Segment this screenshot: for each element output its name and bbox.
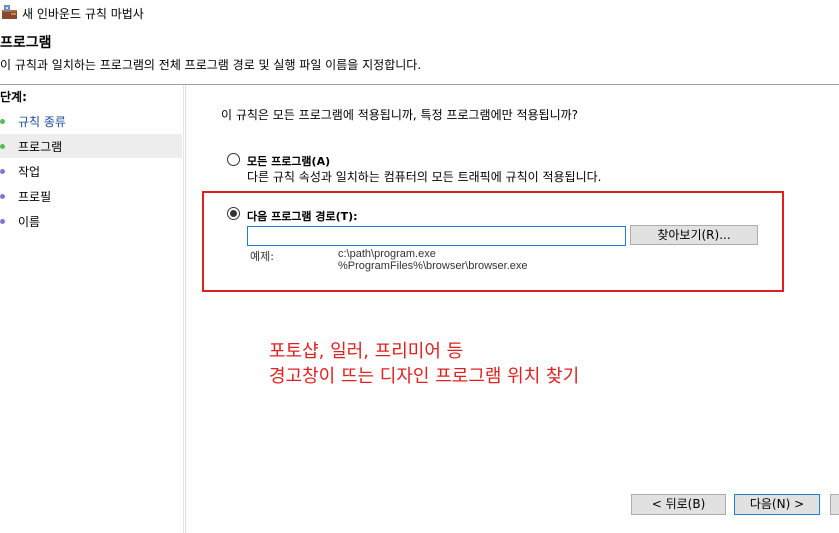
- firewall-icon: [2, 5, 17, 19]
- steps-sidebar: 단계: 규칙 종류 프로그램 작업 프로필 이름: [0, 85, 184, 533]
- all-programs-description: 다른 규칙 속성과 일치하는 컴퓨터의 모든 트래픽에 규칙이 적용됩니다.: [247, 170, 602, 184]
- title-bar: 새 인바운드 규칙 마법사: [0, 0, 839, 26]
- annotation-line-1: 포토샵, 일러, 프리미어 등: [269, 341, 464, 362]
- step-pending-icon: [0, 194, 5, 199]
- program-path-input[interactable]: [247, 226, 626, 246]
- sidebar-item-rule-type[interactable]: 규칙 종류: [0, 109, 182, 133]
- page-title: 프로그램: [0, 35, 52, 51]
- question-text: 이 규칙은 모든 프로그램에 적용됩니까, 특정 프로그램에만 적용됩니까?: [221, 108, 579, 122]
- sidebar-item-label: 규칙 종류: [18, 115, 66, 129]
- program-path-label[interactable]: 다음 프로그램 경로(T):: [247, 208, 358, 224]
- sidebar-item-program[interactable]: 프로그램: [0, 134, 182, 158]
- cancel-button-partial[interactable]: [830, 494, 839, 515]
- main-panel: 이 규칙은 모든 프로그램에 적용됩니까, 특정 프로그램에만 적용됩니까? 모…: [185, 85, 839, 533]
- step-pending-icon: [0, 219, 5, 224]
- window-title: 새 인바운드 규칙 마법사: [22, 7, 144, 21]
- example-line: c:\path\program.exe: [338, 248, 436, 260]
- all-programs-radio[interactable]: [227, 153, 240, 166]
- steps-heading: 단계:: [0, 90, 27, 104]
- sidebar-item-profile[interactable]: 프로필: [0, 184, 182, 208]
- sidebar-item-label: 프로필: [18, 190, 52, 204]
- step-done-icon: [0, 119, 5, 124]
- browse-button[interactable]: 찾아보기(R)...: [630, 225, 758, 245]
- sidebar-item-action[interactable]: 작업: [0, 159, 182, 183]
- back-button[interactable]: < 뒤로(B): [631, 494, 726, 515]
- all-programs-label[interactable]: 모든 프로그램(A): [247, 153, 330, 169]
- page-description: 이 규칙과 일치하는 프로그램의 전체 프로그램 경로 및 실행 파일 이름을 …: [0, 58, 422, 72]
- sidebar-item-label: 작업: [18, 165, 41, 179]
- sidebar-item-name[interactable]: 이름: [0, 209, 182, 233]
- annotation-line-2: 경고창이 뜨는 디자인 프로그램 위치 찾기: [269, 366, 580, 387]
- example-line: %ProgramFiles%\browser\browser.exe: [338, 260, 528, 272]
- wizard-header: 프로그램 이 규칙과 일치하는 프로그램의 전체 프로그램 경로 및 실행 파일…: [0, 26, 839, 84]
- step-pending-icon: [0, 169, 5, 174]
- sidebar-item-label: 이름: [18, 215, 41, 229]
- example-label: 예제:: [250, 250, 274, 263]
- next-button[interactable]: 다음(N) >: [734, 494, 820, 515]
- program-path-radio[interactable]: [227, 207, 240, 220]
- sidebar-item-label: 프로그램: [18, 140, 63, 154]
- step-current-icon: [0, 144, 5, 149]
